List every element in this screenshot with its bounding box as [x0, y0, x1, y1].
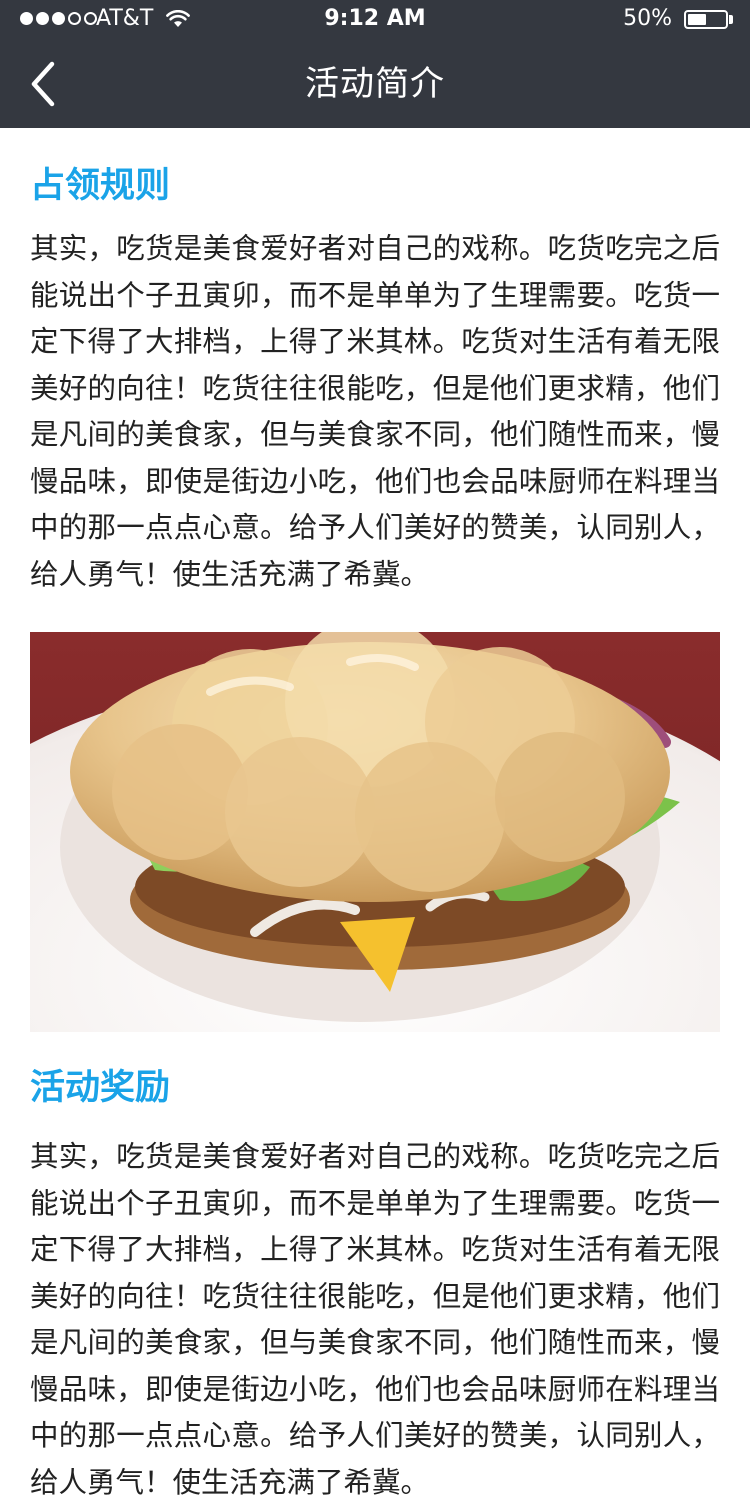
top-bar: AT&T 9:12 AM 50% 活动简介 — [0, 0, 750, 128]
content-area: 占领规则 其实，吃货是美食爱好者对自己的戏称。吃货吃完之后能说出个子丑寅卯，而不… — [30, 128, 720, 1506]
section-text-rules: 其实，吃货是美食爱好者对自己的戏称。吃货吃完之后能说出个子丑寅卯，而不是单单为了… — [30, 232, 720, 591]
battery-level-fill — [688, 14, 706, 25]
status-bar: AT&T 9:12 AM 50% — [0, 0, 750, 40]
page-title: 活动简介 — [305, 64, 445, 104]
navigation-bar: 活动简介 — [0, 40, 750, 128]
battery-icon — [684, 10, 728, 29]
burger-photo — [30, 632, 720, 1032]
battery-tip — [729, 15, 733, 24]
battery-percent: 50% — [623, 6, 672, 31]
section-text-rewards: 其实，吃货是美食爱好者对自己的戏称。吃货吃完之后能说出个子丑寅卯，而不是单单为了… — [30, 1140, 720, 1499]
section-heading-rules: 占领规则 — [30, 166, 171, 206]
section-heading-rewards: 活动奖励 — [30, 1068, 171, 1108]
